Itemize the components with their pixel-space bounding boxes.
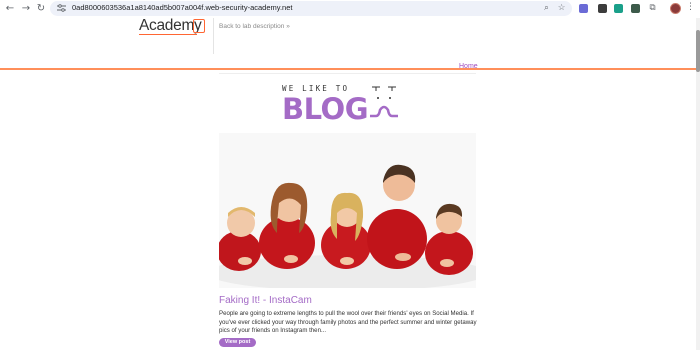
header-rule (0, 68, 696, 70)
extension-icon[interactable] (614, 4, 623, 13)
blog-logo: WE LIKE TO BLOG (282, 84, 422, 126)
post-image (219, 133, 476, 288)
address-bar[interactable]: 0ad8000603536a1a8140ad5b007a004f.web-sec… (50, 1, 572, 16)
extension-icon[interactable] (598, 4, 607, 13)
browser-toolbar: ← → ↻ 0ad8000603536a1a8140ad5b007a004f.w… (0, 0, 700, 18)
logo-mark-icon (193, 19, 205, 33)
double-chevron-icon: » (286, 23, 290, 30)
forward-arrow-icon[interactable]: → (20, 3, 32, 15)
back-link-label: Back to lab description (219, 23, 285, 30)
header-divider (213, 18, 214, 54)
profile-avatar[interactable] (670, 3, 681, 14)
url-text[interactable]: 0ad8000603536a1a8140ad5b007a004f.web-sec… (72, 3, 292, 12)
back-to-lab-link[interactable]: Back to lab description » (219, 23, 290, 30)
post-title-link[interactable]: Faking It! - InstaCam (219, 295, 312, 306)
puzzle-icon[interactable]: ⧉ (647, 3, 658, 14)
site-info-icon[interactable] (57, 4, 66, 12)
post-summary: People are going to extreme lengths to p… (219, 310, 477, 335)
extension-icon[interactable] (631, 4, 640, 13)
back-arrow-icon[interactable]: ← (4, 3, 16, 15)
blog-wordmark: BLOG (282, 92, 369, 126)
lab-header: Academy Back to lab description » (0, 17, 696, 70)
scrollbar-thumb[interactable] (696, 30, 700, 72)
nav-divider (219, 73, 476, 74)
zoom-icon[interactable]: ⌕ (541, 3, 552, 14)
logo-underline (139, 34, 197, 35)
home-link[interactable]: Home (459, 63, 478, 70)
bookmark-star-icon[interactable]: ☆ (556, 3, 567, 14)
blog-face-icon (370, 86, 398, 118)
reload-icon[interactable]: ↻ (35, 3, 47, 15)
menu-icon[interactable]: ⋮ (686, 2, 695, 12)
extension-icon[interactable] (579, 4, 588, 13)
view-post-button[interactable]: View post (219, 338, 256, 347)
